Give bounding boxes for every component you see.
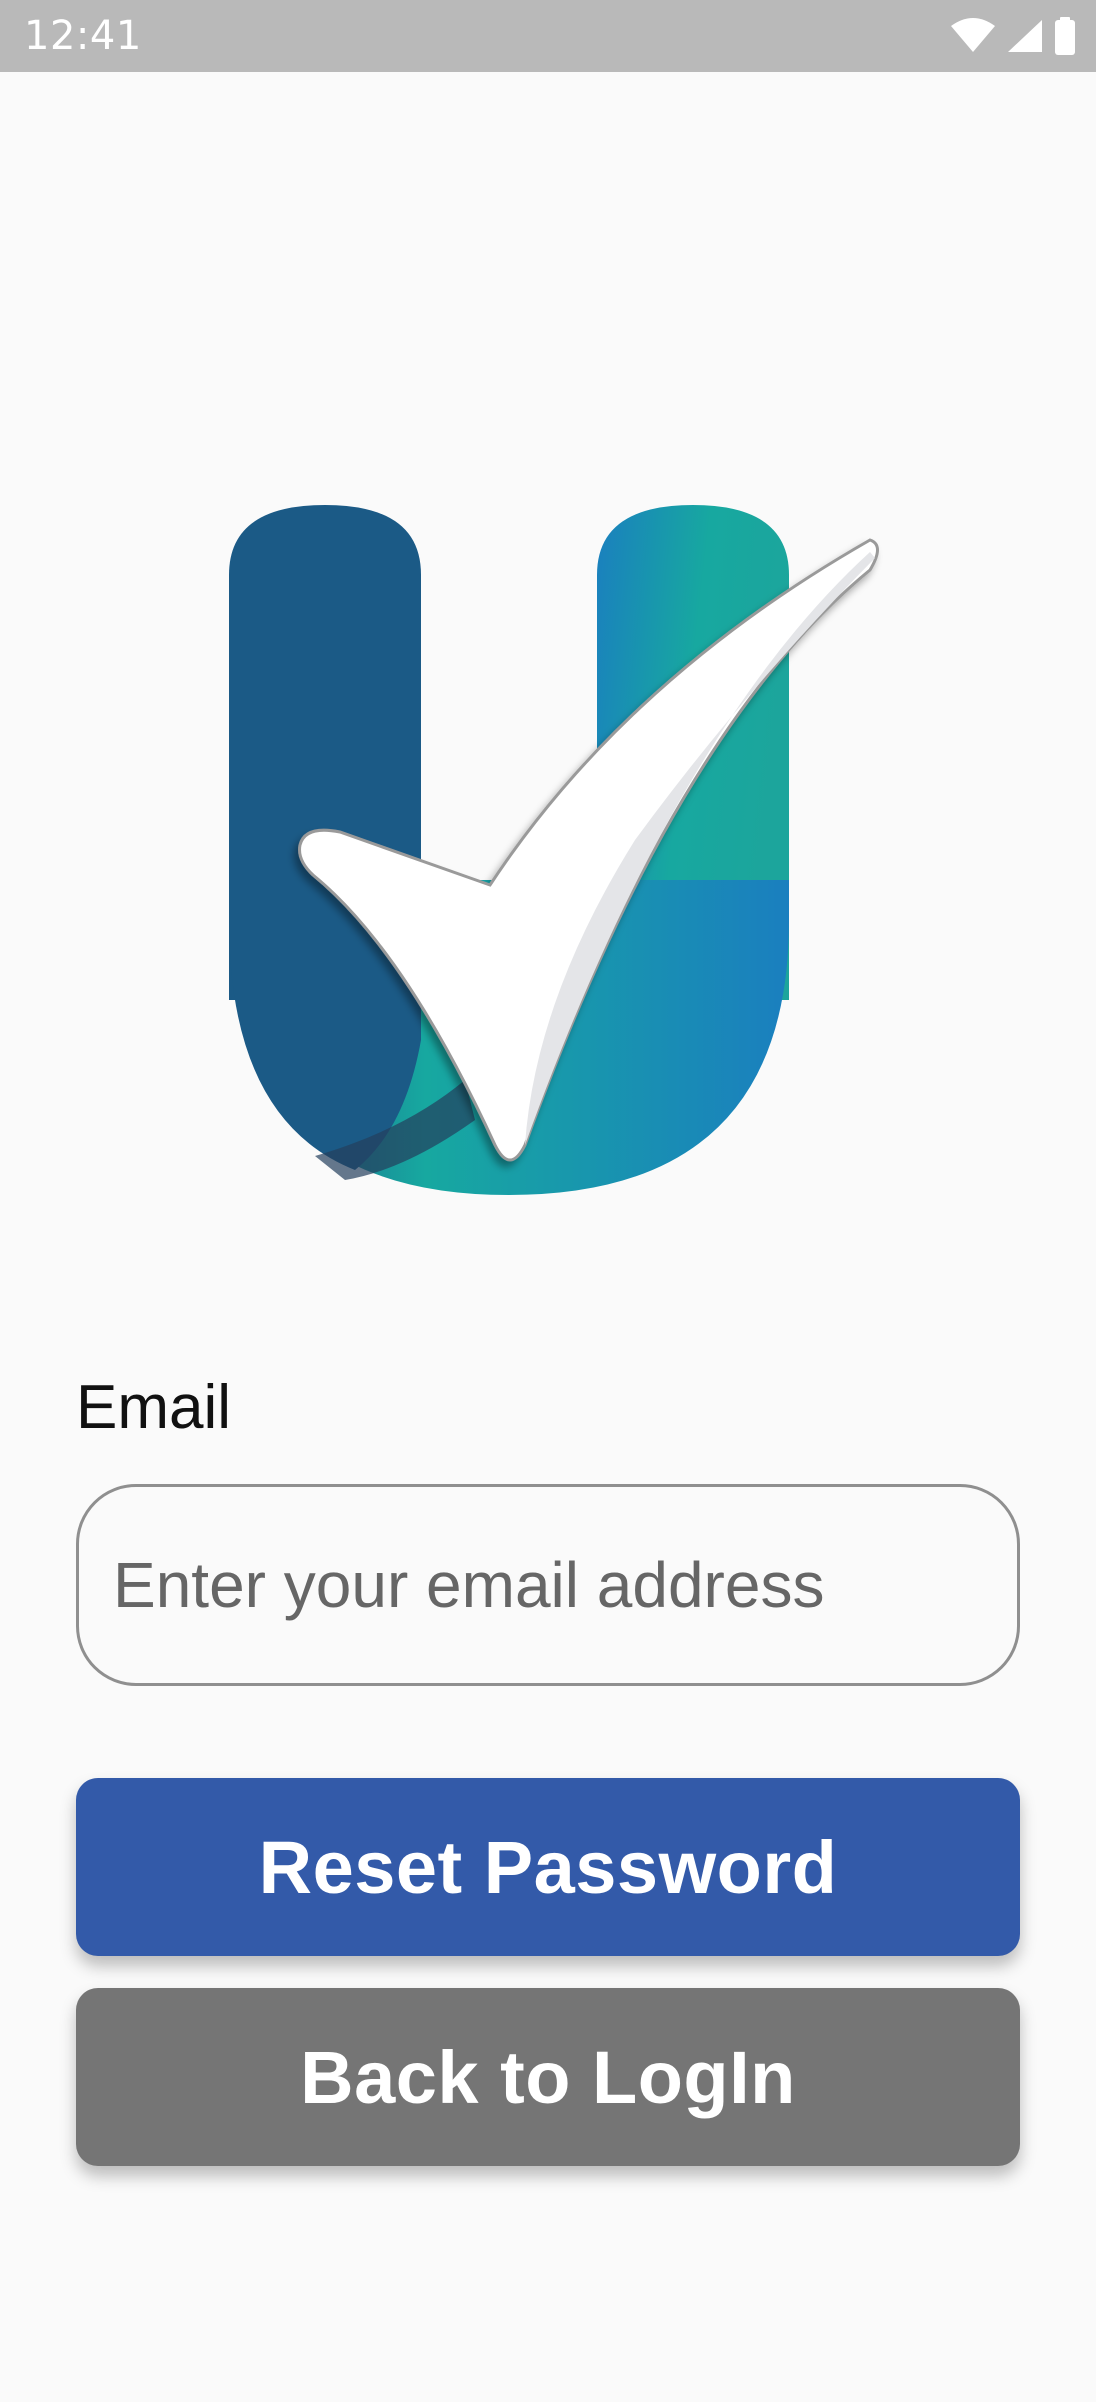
check-logo-icon [229,505,879,1195]
cell-signal-icon [1008,20,1042,52]
reset-password-button[interactable]: Reset Password [76,1778,1020,1956]
email-input[interactable] [76,1484,1020,1686]
email-label: Email [76,1373,232,1442]
wifi-icon [951,18,995,52]
battery-icon [1055,17,1075,55]
status-icons [950,14,1076,58]
status-bar: 12:41 [0,0,1096,72]
app-logo [205,480,895,1210]
status-time: 12:41 [24,13,142,59]
back-to-login-button[interactable]: Back to LogIn [76,1988,1020,2166]
